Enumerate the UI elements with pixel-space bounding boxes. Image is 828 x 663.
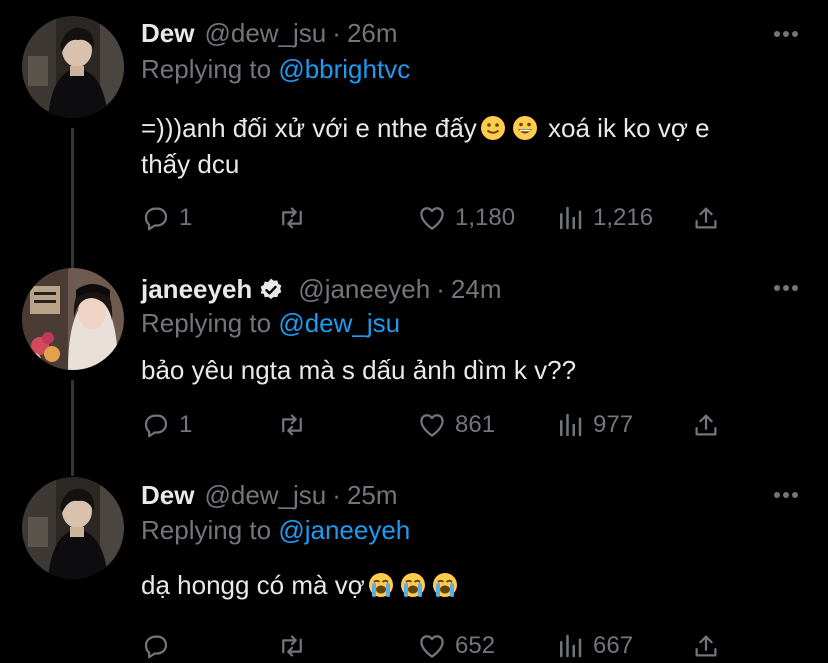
more-dots-icon[interactable]: [773, 284, 799, 292]
replying-to-label: Replying to: [141, 54, 272, 84]
separator-dot: ·: [332, 480, 341, 510]
tweet-text-part: dạ hongg có mà vợ: [141, 570, 365, 600]
replying-to: Replying to @janeeyeh: [141, 515, 410, 546]
bar-chart-icon: [560, 206, 582, 230]
replying-to-label: Replying to: [141, 515, 272, 545]
reply-button[interactable]: [141, 631, 179, 661]
share-button[interactable]: [691, 203, 721, 233]
action-bar: 1 861 977: [141, 410, 741, 442]
more-dots-icon[interactable]: [773, 491, 799, 499]
mention-link[interactable]: @dew_jsu: [278, 308, 400, 338]
crying-emoji-icon: [400, 573, 425, 597]
tweet-text: =)))anh đối xử với e nthe đấy xoá ik ko …: [141, 110, 801, 182]
action-bar: 652 667: [141, 631, 741, 663]
crying-emoji-icon: [432, 573, 457, 597]
author-handle[interactable]: @dew_jsu: [204, 18, 326, 49]
author-name[interactable]: janeeyeh: [141, 274, 252, 305]
separator-dot: ·: [332, 18, 341, 48]
tweet[interactable]: Dew @dew_jsu · 25m Replying to @janeeyeh…: [0, 465, 828, 663]
tweet-text: bảo yêu ngta mà s dấu ảnh dìm k v??: [141, 352, 801, 388]
author-name[interactable]: Dew: [141, 18, 194, 49]
heart-icon: [420, 414, 444, 437]
heart-icon: [420, 635, 444, 658]
views-count: 1,216: [593, 204, 654, 231]
heart-icon: [420, 207, 444, 230]
tweet-text-part: bảo yêu ngta mà s dấu ảnh dìm k v??: [141, 355, 577, 385]
retweet-icon: [282, 414, 302, 436]
grinning-emoji-icon: [512, 116, 537, 140]
timestamp[interactable]: 26m: [347, 18, 398, 49]
tweet-header: Dew @dew_jsu · 26m: [141, 18, 398, 49]
tweet-text-part: thấy dcu: [141, 149, 240, 179]
more-dots-icon[interactable]: [773, 30, 799, 38]
speech-bubble-icon: [144, 207, 168, 231]
tweet[interactable]: janeeyeh @janeeyeh · 24m Replying to @de…: [0, 250, 828, 465]
tweet-header: Dew @dew_jsu · 25m: [141, 480, 398, 511]
speech-bubble-icon: [144, 414, 168, 438]
share-button[interactable]: [691, 631, 721, 661]
mention-link[interactable]: @bbrightvc: [278, 54, 410, 84]
reply-button[interactable]: 1: [141, 410, 192, 440]
mention-link[interactable]: @janeeyeh: [278, 515, 410, 545]
speech-bubble-icon: [144, 635, 168, 659]
reply-count: 1: [179, 411, 193, 438]
avatar[interactable]: [22, 16, 124, 118]
separator-dot: ·: [436, 274, 445, 304]
retweet-button[interactable]: [277, 631, 315, 661]
replying-to-label: Replying to: [141, 308, 272, 338]
bar-chart-icon: [560, 413, 582, 437]
like-count: 652: [455, 632, 496, 659]
views-count: 667: [593, 632, 634, 659]
replying-to: Replying to @bbrightvc: [141, 54, 410, 85]
bar-chart-icon: [560, 634, 582, 658]
tweet-text: dạ hongg có mà vợ: [141, 567, 801, 603]
slight-smile-emoji-icon: [480, 116, 505, 140]
tweet[interactable]: Dew @dew_jsu · 26m Replying to @bbrightv…: [0, 0, 828, 250]
retweet-icon: [282, 635, 302, 657]
crying-emoji-icon: [368, 573, 393, 597]
like-button[interactable]: 1,180: [417, 203, 515, 233]
timestamp[interactable]: 24m: [451, 274, 502, 305]
avatar[interactable]: [22, 477, 124, 579]
tweet-header: janeeyeh @janeeyeh · 24m: [141, 274, 501, 305]
like-button[interactable]: 861: [417, 410, 495, 440]
retweet-button[interactable]: [277, 410, 315, 440]
share-icon: [695, 207, 717, 229]
tweet-text-part: =)))anh đối xử với e nthe đấy: [141, 113, 477, 143]
avatar[interactable]: [22, 268, 124, 370]
author-handle[interactable]: @dew_jsu: [204, 480, 326, 511]
views-button[interactable]: 667: [555, 631, 633, 661]
reply-button[interactable]: 1: [141, 203, 192, 233]
views-button[interactable]: 1,216: [555, 203, 653, 233]
action-bar: 1 1,180 1,216: [141, 203, 741, 235]
like-button[interactable]: 652: [417, 631, 495, 661]
timestamp[interactable]: 25m: [347, 480, 398, 511]
author-name[interactable]: Dew: [141, 480, 194, 511]
like-count: 861: [455, 411, 496, 438]
tweet-text-part: xoá ik ko vợ e: [548, 113, 710, 143]
views-count: 977: [593, 411, 634, 438]
retweet-button[interactable]: [277, 203, 315, 233]
retweet-icon: [282, 207, 302, 229]
share-button[interactable]: [691, 410, 721, 440]
like-count: 1,180: [455, 204, 516, 231]
reply-count: 1: [179, 204, 193, 231]
share-icon: [695, 414, 717, 436]
verified-badge-icon: [261, 278, 282, 299]
views-button[interactable]: 977: [555, 410, 633, 440]
author-handle[interactable]: @janeeyeh: [298, 274, 430, 305]
share-icon: [695, 635, 717, 657]
replying-to: Replying to @dew_jsu: [141, 308, 400, 339]
